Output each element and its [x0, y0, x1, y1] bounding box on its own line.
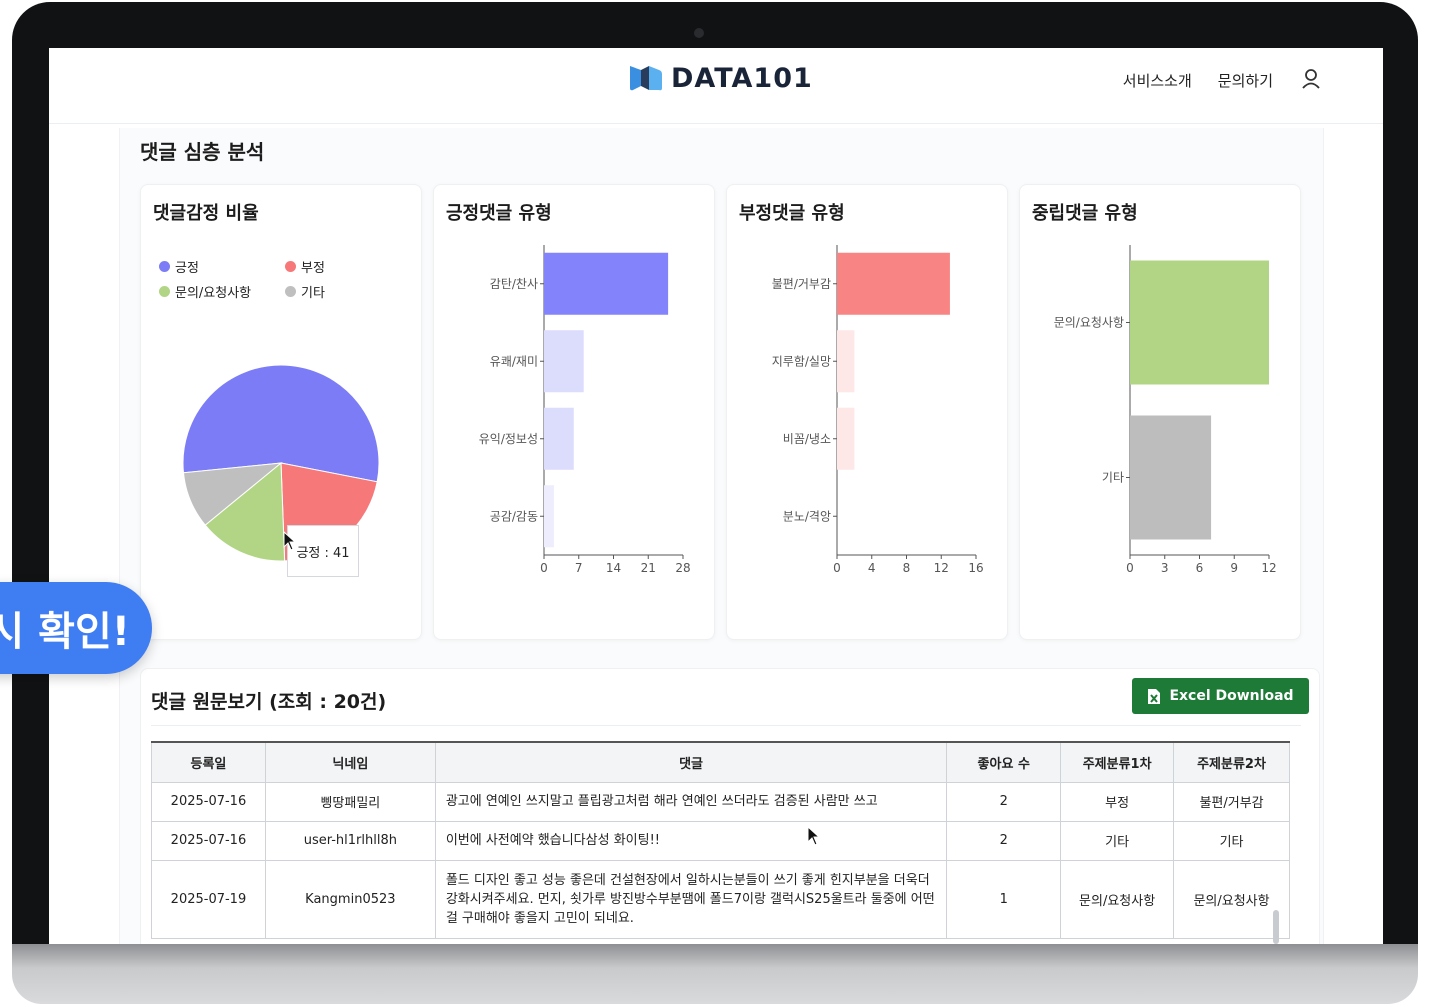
col-header-topic1[interactable]: 주제분류1차: [1060, 741, 1175, 783]
analysis-section: 댓글 심층 분석 댓글감정 비율 긍정 부정 문의/요청사항 기타 긍정: 4…: [119, 128, 1324, 944]
col-header-date[interactable]: 등록일: [151, 741, 266, 783]
x-tick-label: 12: [934, 561, 949, 575]
x-tick-label: 28: [675, 561, 690, 575]
webcam: [694, 28, 704, 38]
x-tick-label: 4: [868, 561, 876, 575]
cell-comment: 폴드 디자인 좋고 성능 좋은데 건설현장에서 일하시는분들이 쓰기 좋게 힌지…: [434, 859, 948, 939]
neutral-bar-chart[interactable]: 문의/요청사항기타 0 3 6 9 12: [1020, 185, 1302, 641]
nav-links: 서비스소개 문의하기: [1123, 70, 1273, 91]
cell-likes: 2: [946, 820, 1062, 861]
y-tick-label: 유익/정보성: [479, 432, 538, 446]
top-navbar: DATA101 서비스소개 문의하기: [49, 48, 1383, 124]
section-title: 댓글 심층 분석: [140, 140, 265, 164]
col-header-comment[interactable]: 댓글: [434, 741, 948, 783]
excel-download-label: Excel Download: [1169, 688, 1294, 704]
nav-contact[interactable]: 문의하기: [1218, 70, 1273, 91]
logo-icon: [630, 66, 662, 91]
x-tick-label: 0: [833, 561, 841, 575]
table-row[interactable]: 2025-07-19 Kangmin0523 폴드 디자인 좋고 성능 좋은데 …: [151, 859, 1290, 939]
pie-tooltip: 긍정 : 41: [287, 525, 359, 577]
nav-service-intro[interactable]: 서비스소개: [1123, 70, 1192, 91]
positive-bar-chart[interactable]: 감탄/찬사유쾌/재미유익/정보성공감/감동 0 7 14 21 28: [434, 185, 716, 641]
bar[interactable]: [544, 407, 574, 470]
comments-title: 댓글 원문보기 (조회 : 20건): [151, 691, 387, 713]
comments-card: 댓글 원문보기 (조회 : 20건) Excel Download 등록일 닉네…: [140, 668, 1320, 944]
y-tick-label: 불편/거부감: [772, 277, 831, 291]
bar[interactable]: [837, 407, 855, 470]
screen: DATA101 서비스소개 문의하기 댓글 심층 분석 댓글감정 비율 긍정 부…: [49, 48, 1383, 944]
y-tick-label: 분노/격앙: [783, 509, 831, 523]
bar[interactable]: [837, 330, 855, 393]
x-tick-label: 12: [1261, 561, 1276, 575]
table-row[interactable]: 2025-07-16 user-hl1rlhll8h 이번에 사전예약 했습니다…: [151, 820, 1290, 861]
cell-comment: 이번에 사전예약 했습니다삼성 화이팅!!: [434, 820, 948, 861]
excel-download-button[interactable]: Excel Download: [1132, 678, 1309, 714]
bar[interactable]: [544, 485, 554, 548]
table-header-row: 등록일 닉네임 댓글 좋아요 수 주제분류1차 주제분류2차: [151, 741, 1290, 783]
x-tick-label: 7: [575, 561, 583, 575]
y-tick-label: 문의/요청사항: [1054, 316, 1124, 330]
neutral-types-card: 중립댓글 유형 문의/요청사항 기타 0 3 6 9 12: [1019, 184, 1301, 640]
cell-likes: 2: [946, 781, 1062, 822]
table-scrollbar[interactable]: [1273, 910, 1279, 944]
col-header-topic2[interactable]: 주제분류2차: [1173, 741, 1290, 783]
divider: [151, 725, 1301, 726]
col-header-nickname[interactable]: 닉네임: [264, 741, 436, 783]
cell-date: 2025-07-19: [151, 859, 266, 939]
y-tick-label: 공감/감동: [490, 509, 538, 523]
bar[interactable]: [837, 252, 950, 315]
mouse-cursor-icon: [283, 531, 297, 551]
user-icon[interactable]: [1301, 68, 1321, 90]
table-row[interactable]: 2025-07-16 삥땅패밀리 광고에 연예인 쓰지말고 플립광고처럼 해라 …: [151, 781, 1290, 822]
negative-types-card: 부정댓글 유형 불편/거부감 지루함/실망 비꼼/냉소 분노/격앙 0 4 8 12 16: [726, 184, 1008, 640]
x-tick-label: 3: [1161, 561, 1169, 575]
cell-likes: 1: [946, 859, 1062, 939]
x-tick-label: 8: [903, 561, 911, 575]
bar[interactable]: [1130, 415, 1212, 540]
logo[interactable]: DATA101: [627, 60, 813, 96]
bar[interactable]: [544, 252, 669, 315]
cell-nickname: user-hl1rlhll8h: [264, 820, 436, 861]
x-tick-label: 16: [968, 561, 983, 575]
logo-text: DATA101: [671, 62, 813, 94]
mouse-cursor-icon: [807, 826, 821, 846]
laptop-base: [12, 944, 1418, 1004]
x-tick-label: 0: [1126, 561, 1134, 575]
col-header-likes[interactable]: 좋아요 수: [946, 741, 1062, 783]
cell-topic1: 부정: [1060, 781, 1175, 822]
y-tick-label: 비꼼/냉소: [783, 432, 831, 446]
bar[interactable]: [544, 330, 584, 393]
positive-types-card: 긍정댓글 유형 감탄/찬사 유쾌/재미 유익/정보성 공감/감동 0 7 14 21 28: [433, 184, 715, 640]
pie-chart[interactable]: [141, 185, 423, 641]
cell-topic1: 문의/요청사항: [1060, 859, 1175, 939]
promo-banner[interactable]: 시 확인!: [0, 582, 152, 674]
sentiment-ratio-card: 댓글감정 비율 긍정 부정 문의/요청사항 기타 긍정: 41: [140, 184, 422, 640]
excel-file-icon: [1148, 688, 1161, 704]
cell-topic2: 불편/거부감: [1173, 781, 1290, 822]
x-tick-label: 0: [540, 561, 548, 575]
negative-bar-chart[interactable]: 불편/거부감지루함/실망비꼼/냉소분노/격앙 0 4 8 12 16: [727, 185, 1009, 641]
x-tick-label: 21: [641, 561, 656, 575]
bar[interactable]: [1130, 260, 1269, 385]
cell-topic1: 기타: [1060, 820, 1175, 861]
y-tick-label: 기타: [1102, 471, 1124, 485]
cell-nickname: Kangmin0523: [264, 859, 436, 939]
cell-topic2: 기타: [1173, 820, 1290, 861]
x-tick-label: 9: [1230, 561, 1238, 575]
cell-date: 2025-07-16: [151, 820, 266, 861]
x-tick-label: 14: [606, 561, 621, 575]
x-tick-label: 6: [1196, 561, 1204, 575]
cell-date: 2025-07-16: [151, 781, 266, 822]
cell-nickname: 삥땅패밀리: [264, 781, 436, 822]
y-tick-label: 지루함/실망: [772, 354, 831, 368]
cell-comment: 광고에 연예인 쓰지말고 플립광고처럼 해라 연예인 쓰더라도 검증된 사람만 …: [434, 781, 948, 822]
y-tick-label: 유쾌/재미: [490, 354, 538, 368]
comments-table: 등록일 닉네임 댓글 좋아요 수 주제분류1차 주제분류2차 2025-07-1…: [151, 741, 1290, 939]
y-tick-label: 감탄/찬사: [490, 276, 538, 291]
